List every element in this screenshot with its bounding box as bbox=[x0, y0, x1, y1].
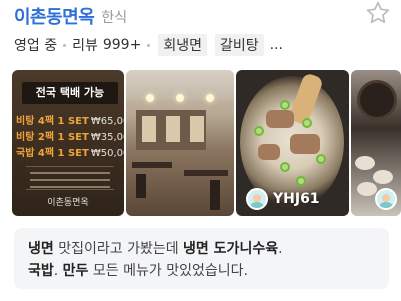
avatar-icon bbox=[375, 188, 397, 210]
more-tags: ... bbox=[269, 37, 283, 53]
window bbox=[142, 116, 156, 142]
window bbox=[166, 116, 180, 142]
meat bbox=[266, 110, 294, 128]
place-header: 이촌동면옥 한식 bbox=[14, 2, 393, 30]
chair bbox=[136, 174, 146, 198]
green-onion bbox=[296, 176, 306, 186]
poster-row: 국밥 4팩 1 SET₩50,00 bbox=[16, 144, 124, 159]
business-status: 영업 중 bbox=[14, 38, 58, 54]
lamp bbox=[176, 94, 184, 102]
poster-item-name: 국밥 4팩 1 SET bbox=[16, 148, 89, 159]
photo-interior[interactable] bbox=[126, 70, 234, 216]
place-title[interactable]: 이촌동면옥 bbox=[14, 3, 95, 29]
review-text: . bbox=[53, 263, 63, 279]
chair bbox=[210, 180, 220, 210]
menu-tag[interactable]: 갈비탕 bbox=[214, 34, 264, 56]
review-keyword: 냉면 bbox=[28, 241, 54, 257]
dumpling bbox=[355, 156, 375, 170]
poster-item-price: ₩50,00 bbox=[90, 148, 124, 159]
review-keyword: 만두 bbox=[62, 263, 89, 279]
review-line: 냉면 맛집이라고 가봤는데 냉면 도가니수육. bbox=[28, 238, 375, 260]
poster-fineprint bbox=[26, 166, 114, 190]
dumpling bbox=[373, 170, 393, 184]
avatar-icon bbox=[246, 188, 268, 210]
separator-dot bbox=[63, 43, 67, 47]
place-meta: 영업 중 리뷰 999+ 회냉면 갈비탕 ... bbox=[14, 34, 395, 56]
poster-row: 비탕 2팩 1 SET₩35,00 bbox=[16, 128, 124, 143]
table bbox=[184, 170, 228, 176]
photo-author-badge[interactable]: YHJ61 bbox=[246, 188, 320, 210]
lamp bbox=[146, 94, 154, 102]
review-keyword: 국밥 bbox=[28, 263, 54, 279]
photo-dumplings[interactable] bbox=[351, 70, 401, 216]
poster-item-price: ₩65,00 bbox=[90, 116, 124, 127]
review-line: 국밥. 만두 모든 메뉴가 맛있었습니다. bbox=[28, 260, 375, 282]
meat bbox=[258, 144, 280, 160]
poster-row: 비탕 4팩 1 SET₩65,00 bbox=[16, 112, 124, 127]
bowl bbox=[357, 80, 397, 120]
green-onion bbox=[254, 126, 264, 136]
window bbox=[190, 116, 204, 142]
photo-author-name: YHJ61 bbox=[273, 191, 320, 207]
poster-brand: 이촌동면옥 bbox=[47, 198, 89, 208]
poster-item-name: 비탕 2팩 1 SET bbox=[16, 132, 89, 143]
review-label: 리뷰 bbox=[72, 38, 98, 54]
green-onion bbox=[316, 154, 326, 164]
photo-galbitang[interactable]: YHJ61 bbox=[236, 70, 349, 216]
review-count[interactable]: 999+ bbox=[103, 37, 141, 53]
meat bbox=[290, 134, 320, 154]
photo-author-badge[interactable] bbox=[375, 188, 397, 210]
review-keyword: 냉면 도가니수육 bbox=[183, 241, 279, 257]
poster-item-name: 비탕 4팩 1 SET bbox=[16, 116, 89, 127]
review-text: 맛집이라고 가봤는데 bbox=[53, 241, 184, 257]
review-snippet[interactable]: 냉면 맛집이라고 가봤는데 냉면 도가니수육. 국밥. 만두 모든 메뉴가 맛있… bbox=[14, 228, 389, 289]
photo-carousel[interactable]: 전국 택배 가능 비탕 4팩 1 SET₩65,00 비탕 2팩 1 SET₩3… bbox=[12, 70, 401, 216]
place-category: 한식 bbox=[101, 10, 128, 26]
poster-title: 전국 택배 가능 bbox=[22, 82, 118, 104]
menu-tag[interactable]: 회냉면 bbox=[158, 34, 207, 56]
review-text: 모든 메뉴가 맛있었습니다. bbox=[88, 263, 248, 279]
lamp bbox=[206, 94, 214, 102]
poster-item-price: ₩35,00 bbox=[90, 132, 124, 143]
green-onion bbox=[280, 100, 290, 110]
table bbox=[132, 162, 172, 168]
photo-delivery-poster[interactable]: 전국 택배 가능 비탕 4팩 1 SET₩65,00 비탕 2팩 1 SET₩3… bbox=[12, 70, 124, 216]
green-onion bbox=[302, 118, 312, 128]
star-icon[interactable] bbox=[365, 0, 391, 26]
dumpling bbox=[357, 182, 377, 196]
green-onion bbox=[280, 162, 290, 172]
review-text: . bbox=[278, 241, 283, 257]
separator-dot bbox=[147, 43, 151, 47]
